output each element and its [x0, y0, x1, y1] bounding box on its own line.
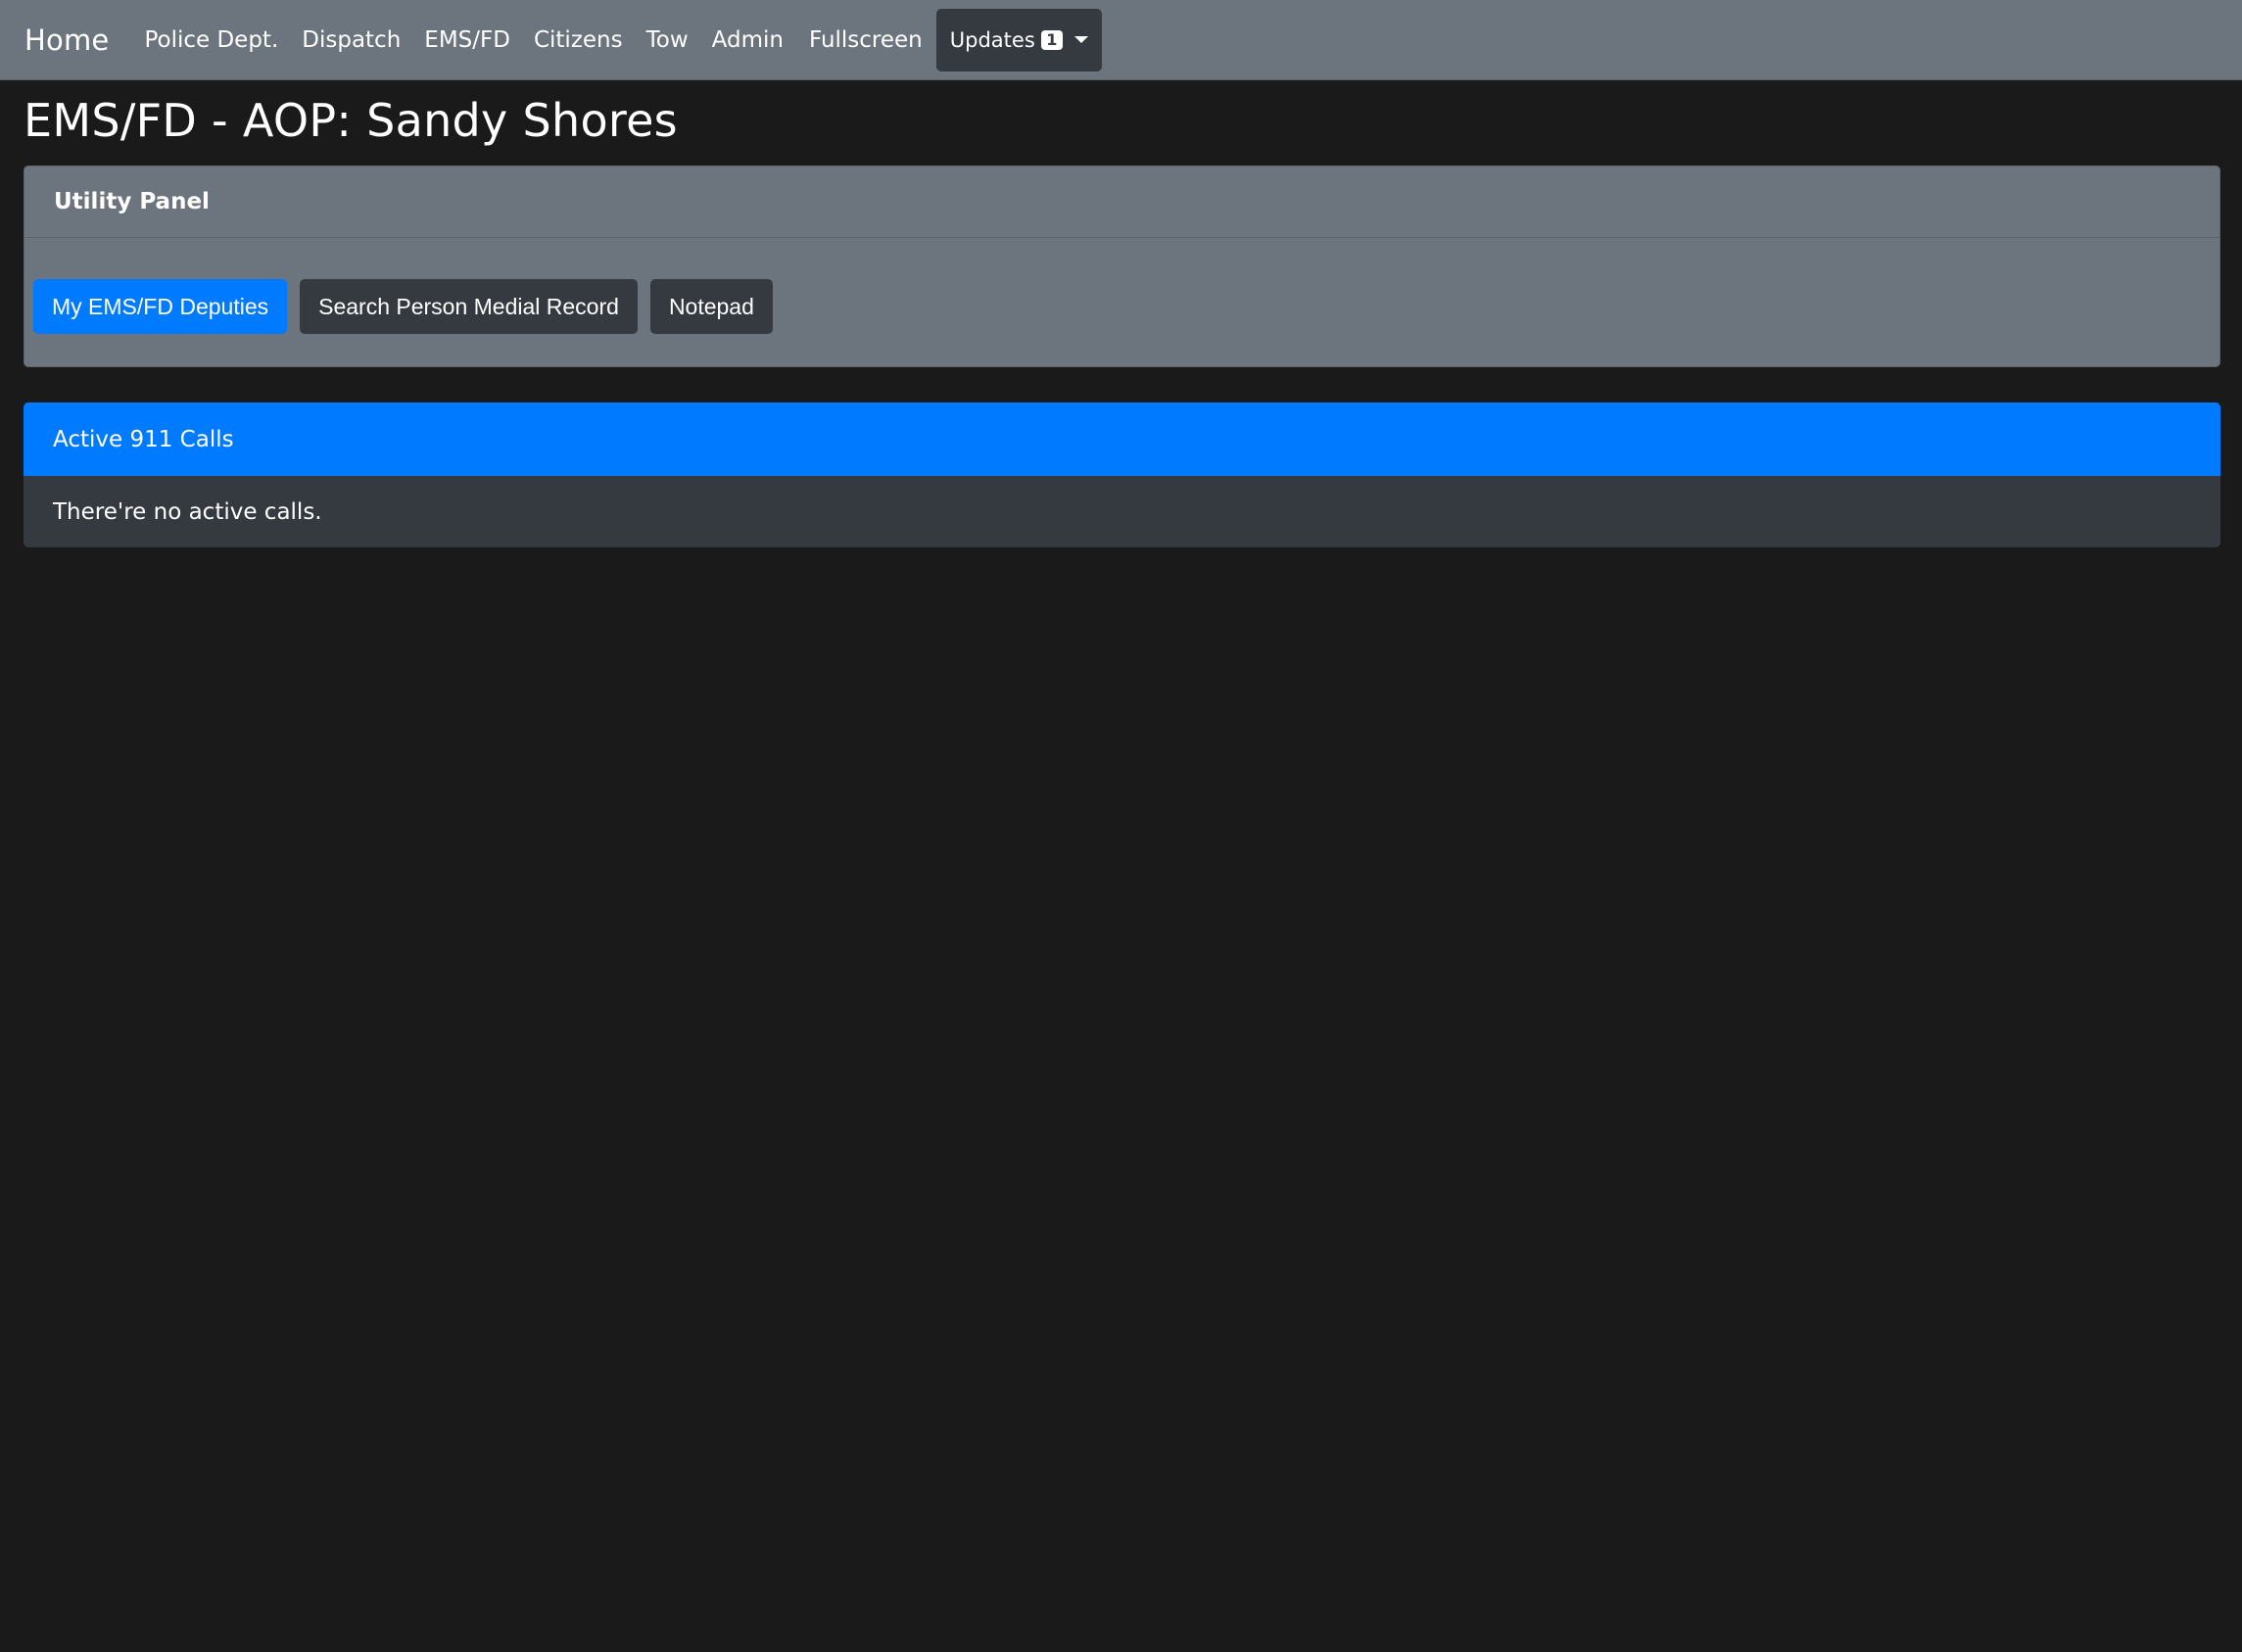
nav-link-police-dept[interactable]: Police Dept. [144, 27, 278, 53]
nav-link-dispatch[interactable]: Dispatch [302, 27, 401, 53]
notepad-button[interactable]: Notepad [649, 279, 773, 334]
nav-link-admin[interactable]: Admin [712, 27, 784, 53]
nav-link-ems-fd[interactable]: EMS/FD [424, 27, 510, 53]
active-calls-card: Active 911 Calls There're no active call… [24, 402, 2220, 547]
my-ems-fd-deputies-button[interactable]: My EMS/FD Deputies [33, 279, 288, 334]
page-title: EMS/FD - AOP: Sandy Shores [24, 94, 678, 147]
updates-dropdown-button[interactable]: Updates 1 [935, 8, 1102, 71]
utility-panel-header: Utility Panel [24, 166, 2219, 238]
utility-panel: Utility Panel My EMS/FD Deputies Search … [24, 165, 2220, 367]
caret-down-icon [1073, 36, 1088, 43]
search-person-medical-record-button[interactable]: Search Person Medial Record [300, 279, 638, 334]
updates-count-badge: 1 [1040, 29, 1063, 50]
utility-panel-body: My EMS/FD Deputies Search Person Medial … [24, 238, 2219, 334]
nav-home-link[interactable]: Home [24, 24, 109, 57]
top-navbar: Home Police Dept. Dispatch EMS/FD Citize… [0, 0, 2242, 80]
nav-link-tow[interactable]: Tow [646, 27, 689, 53]
nav-link-citizens[interactable]: Citizens [534, 27, 623, 53]
updates-label: Updates [949, 27, 1035, 52]
nav-link-fullscreen[interactable]: Fullscreen [809, 27, 923, 53]
active-calls-header: Active 911 Calls [24, 402, 2220, 476]
active-calls-empty-message: There're no active calls. [53, 498, 322, 525]
